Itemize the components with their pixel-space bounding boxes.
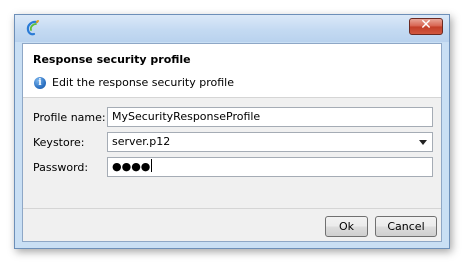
password-masked-value: ●●●● [112, 160, 151, 173]
dialog-window: ✕ Response security profile i Edit the r… [14, 14, 450, 249]
close-button[interactable]: ✕ [409, 17, 443, 35]
app-logo-icon [26, 20, 39, 36]
dialog-body: Response security profile i Edit the res… [22, 43, 442, 242]
password-row: Password: ●●●● [23, 157, 441, 179]
close-icon: ✕ [420, 17, 432, 33]
profile-name-input[interactable]: MySecurityResponseProfile [107, 107, 433, 127]
info-icon: i [34, 77, 46, 89]
keystore-row: Keystore: server.p12 [23, 132, 441, 154]
title-bar[interactable]: ✕ [15, 15, 449, 42]
keystore-selected-value: server.p12 [112, 135, 171, 148]
keystore-select[interactable]: server.p12 [107, 132, 433, 152]
text-caret [151, 159, 153, 172]
profile-name-label: Profile name: [33, 111, 106, 124]
password-input[interactable]: ●●●● [107, 157, 433, 177]
footer-divider [23, 208, 441, 209]
dialog-title: Response security profile [33, 53, 191, 66]
dialog-description: Edit the response security profile [52, 76, 234, 89]
profile-name-value: MySecurityResponseProfile [112, 110, 261, 123]
ok-button[interactable]: Ok [325, 216, 368, 237]
cancel-button[interactable]: Cancel [375, 216, 437, 237]
keystore-label: Keystore: [33, 136, 85, 149]
password-label: Password: [33, 161, 89, 174]
profile-name-row: Profile name: MySecurityResponseProfile [23, 107, 441, 129]
chevron-down-icon[interactable] [419, 140, 427, 145]
dialog-header: Response security profile i Edit the res… [23, 44, 441, 98]
